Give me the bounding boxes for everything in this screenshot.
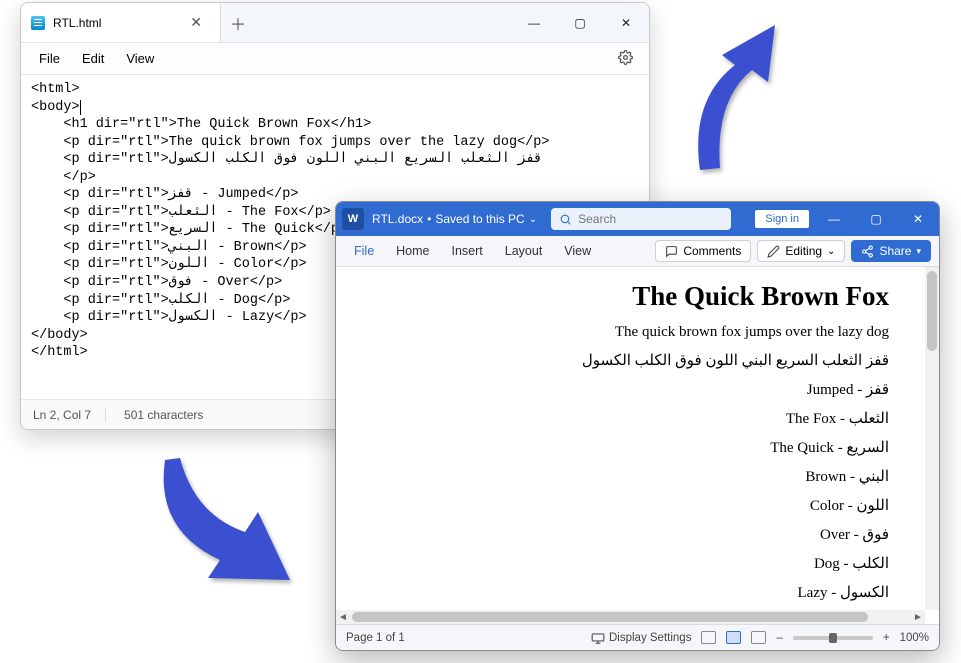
scroll-left-arrow[interactable]: ◄ [336,612,350,623]
notepad-file-icon [31,16,45,30]
ribbon-tab-insert[interactable]: Insert [442,239,493,263]
menu-edit[interactable]: Edit [72,47,114,70]
word-filename: RTL.docx [372,212,423,226]
doc-paragraph: فوق - Over [364,525,889,544]
menu-file[interactable]: File [29,47,70,70]
doc-paragraph: الثعلب - The Fox [364,409,889,428]
ribbon-tab-layout[interactable]: Layout [495,239,553,263]
monitor-icon [591,632,605,644]
zoom-in-button[interactable]: + [883,632,890,644]
search-icon [559,213,572,226]
scrollbar-thumb[interactable] [927,271,937,351]
minimize-button[interactable]: — [511,3,557,42]
maximize-button[interactable]: ▢ [855,202,897,236]
doc-paragraph: قفز - Jumped [364,380,889,399]
ribbon-tab-view[interactable]: View [554,239,601,263]
chevron-down-icon: ⌄ [827,246,835,257]
arrow-icon [150,450,320,600]
notepad-tab[interactable]: RTL.html ✕ [21,3,221,42]
word-window-buttons: — ▢ ✕ [813,202,939,236]
ribbon-tab-file[interactable]: File [344,239,384,263]
word-ribbon: File Home Insert Layout View Comments Ed… [336,236,939,267]
doc-paragraph: السريع - The Quick [364,438,889,457]
horizontal-scrollbar[interactable]: ◄ ► [336,610,925,624]
doc-paragraph: البني - Brown [364,467,889,486]
view-mode-web[interactable] [751,631,766,644]
word-statusbar: Page 1 of 1 Display Settings – + 100% [336,624,939,650]
doc-paragraph: The quick brown fox jumps over the lazy … [364,324,889,341]
zoom-slider-thumb[interactable] [829,633,837,643]
new-tab-button[interactable]: ＋ [221,3,255,42]
maximize-button[interactable]: ▢ [557,3,603,42]
tab-close-button[interactable]: ✕ [184,12,208,33]
scroll-right-arrow[interactable]: ► [911,612,925,623]
decorative-arrow [150,450,320,605]
zoom-out-button[interactable]: – [776,632,782,644]
comments-button[interactable]: Comments [655,240,751,262]
word-search-box[interactable] [551,208,731,230]
decorative-arrow [680,10,800,185]
zoom-level: 100% [900,632,929,644]
arrow-icon [680,10,800,180]
menu-view[interactable]: View [116,47,164,70]
cursor-position: Ln 2, Col 7 [33,408,106,422]
view-mode-print[interactable] [726,631,741,644]
notepad-tab-title: RTL.html [53,16,101,30]
display-settings-button[interactable]: Display Settings [591,632,691,644]
ribbon-tab-home[interactable]: Home [386,239,439,263]
doc-paragraph: الكسول - Lazy [364,583,889,602]
doc-paragraph: الكلب - Dog [364,554,889,573]
minimize-button[interactable]: — [813,202,855,236]
share-button[interactable]: Share ▾ [851,240,931,262]
close-button[interactable]: ✕ [897,202,939,236]
scrollbar-thumb[interactable] [352,612,868,622]
view-mode-read[interactable] [701,631,716,644]
comment-icon [665,245,678,258]
search-input[interactable] [578,212,688,226]
doc-heading: The Quick Brown Fox [364,281,889,312]
word-titlebar: W RTL.docx • Saved to this PC ⌄ Sign in … [336,202,939,236]
sign-in-button[interactable]: Sign in [755,210,809,228]
chevron-down-icon: ⌄ [529,214,537,225]
zoom-slider[interactable] [793,636,873,640]
char-count: 501 characters [124,408,217,422]
word-title[interactable]: RTL.docx • Saved to this PC ⌄ [372,212,537,226]
share-icon [861,245,874,258]
notepad-menubar: File Edit View [21,43,649,75]
editing-mode-button[interactable]: Editing ⌄ [757,240,845,262]
notepad-window-buttons: — ▢ ✕ [511,3,649,42]
notepad-titlebar: RTL.html ✕ ＋ — ▢ ✕ [21,3,649,43]
word-window: W RTL.docx • Saved to this PC ⌄ Sign in … [335,201,940,651]
word-saved-label: Saved to this PC [435,212,524,226]
close-button[interactable]: ✕ [603,3,649,42]
settings-gear-icon[interactable] [610,46,641,72]
doc-paragraph: اللون - Color [364,496,889,515]
doc-paragraph: قفز الثعلب السريع البني اللون فوق الكلب … [364,351,889,370]
page-indicator[interactable]: Page 1 of 1 [346,632,405,644]
pencil-icon [767,245,780,258]
word-document-area: The Quick Brown Fox The quick brown fox … [336,267,939,624]
word-document[interactable]: The Quick Brown Fox The quick brown fox … [336,267,925,610]
word-app-icon: W [342,208,364,230]
vertical-scrollbar[interactable] [925,267,939,610]
